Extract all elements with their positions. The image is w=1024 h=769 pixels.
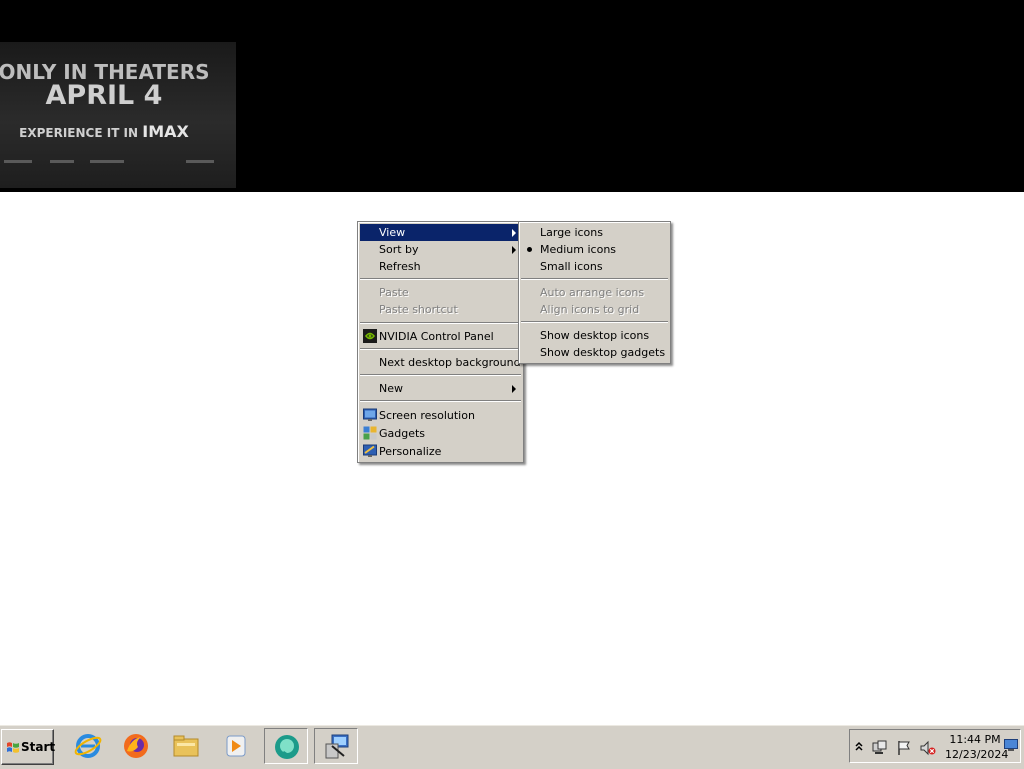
submenu-item-show-desktop-icons[interactable]: Show desktop icons — [521, 327, 668, 344]
taskbar-firefox[interactable] — [114, 728, 158, 764]
gadgets-icon — [363, 426, 377, 440]
menu-separator — [360, 374, 521, 376]
menu-item-paste[interactable]: Paste — [360, 284, 521, 301]
screen-resolution-icon — [363, 408, 377, 421]
menu-item-paste-shortcut[interactable]: Paste shortcut — [360, 301, 521, 318]
wallpaper-credits — [4, 160, 224, 164]
nvidia-icon — [363, 329, 377, 343]
menu-item-screen-resolution[interactable]: Screen resolution — [360, 407, 521, 424]
taskbar-internet-explorer[interactable] — [66, 728, 110, 764]
show-hidden-icons-chevron[interactable] — [854, 740, 864, 752]
desktop-wallpaper: ONLY IN THEATERS APRIL 4 EXPERIENCE IT I… — [0, 0, 1024, 192]
menu-item-personalize[interactable]: Personalize — [360, 443, 521, 460]
menu-item-view[interactable]: View — [360, 224, 521, 241]
personalize-icon — [363, 444, 377, 457]
system-tray: 11:44 PM 12/23/2024 — [849, 729, 1021, 763]
media-player-icon — [226, 735, 246, 757]
wallpaper-date: APRIL 4 — [45, 80, 163, 111]
volume-muted-icon[interactable] — [920, 740, 936, 756]
submenu-arrow-icon — [512, 385, 516, 393]
submenu-item-show-desktop-gadgets[interactable]: Show desktop gadgets — [521, 344, 668, 361]
show-desktop-icon[interactable] — [1004, 738, 1018, 752]
start-button[interactable]: Start — [1, 729, 56, 765]
menu-item-nvidia-control-panel[interactable]: NVIDIA Control Panel — [360, 328, 521, 345]
submenu-item-align-icons-to-grid[interactable]: Align icons to grid — [521, 301, 668, 318]
menu-separator — [360, 322, 521, 324]
action-center-flag-icon[interactable] — [896, 740, 912, 756]
menu-separator — [360, 348, 521, 350]
menu-separator — [521, 321, 668, 323]
taskbar: Start 11:44 PM 12/23/2024 — [0, 724, 1024, 769]
menu-separator — [360, 400, 521, 402]
clock-time[interactable]: 11:44 PM — [945, 733, 1005, 746]
network-app-icon — [325, 734, 349, 759]
file-explorer-icon — [173, 735, 199, 757]
wallpaper-imax-line: EXPERIENCE IT IN IMAX — [19, 122, 189, 141]
submenu-item-small-icons[interactable]: Small icons — [521, 258, 668, 275]
menu-item-sort-by[interactable]: Sort by — [360, 241, 521, 258]
submenu-arrow-icon — [512, 246, 516, 254]
radio-bullet-icon — [527, 247, 532, 252]
submenu-item-auto-arrange-icons[interactable]: Auto arrange icons — [521, 284, 668, 301]
submenu-item-large-icons[interactable]: Large icons — [521, 224, 668, 241]
wallpaper-movie-poster: ONLY IN THEATERS APRIL 4 EXPERIENCE IT I… — [0, 42, 236, 188]
menu-item-next-desktop-background[interactable]: Next desktop background — [360, 354, 521, 371]
internet-explorer-icon — [74, 734, 102, 758]
view-submenu: Large icons Medium icons Small icons Aut… — [518, 221, 671, 364]
start-label: Start — [21, 740, 56, 754]
submenu-item-medium-icons[interactable]: Medium icons — [521, 241, 668, 258]
taskbar-media-player[interactable] — [214, 728, 258, 764]
menu-item-gadgets[interactable]: Gadgets — [360, 425, 521, 442]
menu-item-refresh[interactable]: Refresh — [360, 258, 521, 275]
submenu-arrow-icon — [512, 229, 516, 237]
taskbar-chat-app[interactable] — [264, 728, 308, 764]
firefox-icon — [124, 734, 148, 758]
desktop-context-menu: View Sort by Refresh Paste Paste shortcu… — [357, 221, 524, 463]
taskbar-file-explorer[interactable] — [164, 728, 208, 764]
windows-logo-icon — [7, 742, 19, 753]
taskbar-network-app[interactable] — [314, 728, 358, 764]
menu-separator — [521, 278, 668, 280]
network-icon[interactable] — [872, 740, 888, 756]
menu-separator — [360, 278, 521, 280]
clock-date[interactable]: 12/23/2024 — [945, 748, 1008, 761]
menu-item-new[interactable]: New — [360, 380, 521, 397]
chat-app-icon — [275, 735, 299, 759]
